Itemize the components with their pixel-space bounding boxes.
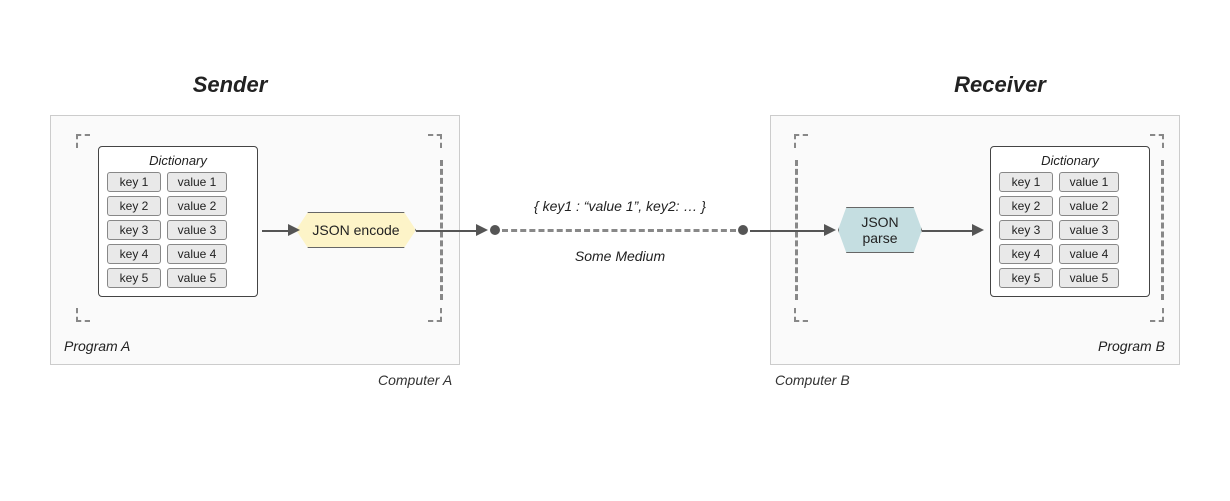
dict-key: key 5 (999, 268, 1053, 288)
diagram-canvas: Sender Receiver Computer A Computer B Pr… (0, 0, 1230, 501)
json-parse-label: JSON parse (861, 214, 898, 246)
arrow-head-icon (288, 224, 300, 236)
dict-key: key 3 (999, 220, 1053, 240)
sender-title: Sender (0, 72, 460, 98)
dict-a-row: key 3 value 3 (107, 220, 249, 240)
dictionary-a: Dictionary key 1 value 1 key 2 value 2 k… (98, 146, 258, 297)
dict-a-row: key 4 value 4 (107, 244, 249, 264)
computer-a-label: Computer A (378, 372, 452, 388)
dict-val: value 2 (167, 196, 227, 216)
dict-val: value 1 (1059, 172, 1119, 192)
dict-key: key 5 (107, 268, 161, 288)
dict-key: key 4 (999, 244, 1053, 264)
dict-key: key 3 (107, 220, 161, 240)
program-b-corner-br (1150, 308, 1164, 322)
program-a-label: Program A (64, 338, 130, 354)
dict-key: key 1 (999, 172, 1053, 192)
dict-a-row: key 1 value 1 (107, 172, 249, 192)
dict-key: key 4 (107, 244, 161, 264)
medium-payload: { key1 : “value 1”, key2: … } (500, 198, 740, 214)
program-a-corner-bl (76, 308, 90, 322)
arrow-head-icon (476, 224, 488, 236)
dict-key: key 2 (107, 196, 161, 216)
dict-val: value 5 (167, 268, 227, 288)
dict-val: value 4 (1059, 244, 1119, 264)
program-a-corner-br (428, 308, 442, 322)
medium-label: Some Medium (500, 248, 740, 264)
dict-a-row: key 5 value 5 (107, 268, 249, 288)
dict-val: value 3 (167, 220, 227, 240)
dict-key: key 2 (999, 196, 1053, 216)
dictionary-b: Dictionary key 1 value 1 key 2 value 2 k… (990, 146, 1150, 297)
dict-b-row: key 4 value 4 (999, 244, 1141, 264)
medium-line (502, 229, 736, 232)
program-b-corner-bl (794, 308, 808, 322)
json-encode-label: JSON encode (312, 222, 399, 238)
program-a-corner-tr (428, 134, 442, 148)
program-a-corner-tl (76, 134, 90, 148)
program-b-corner-tl (794, 134, 808, 148)
arrow-line (922, 230, 974, 232)
dict-val: value 4 (167, 244, 227, 264)
program-b-side-dash-right (1161, 160, 1164, 300)
program-b-corner-tr (1150, 134, 1164, 148)
dict-val: value 3 (1059, 220, 1119, 240)
connector-dot-icon (490, 225, 500, 235)
arrow-head-icon (972, 224, 984, 236)
dict-a-row: key 2 value 2 (107, 196, 249, 216)
dict-b-row: key 1 value 1 (999, 172, 1141, 192)
computer-b-label: Computer B (775, 372, 850, 388)
dict-key: key 1 (107, 172, 161, 192)
arrow-line (262, 230, 290, 232)
json-encode-node: JSON encode (296, 212, 416, 248)
program-b-label: Program B (1098, 338, 1165, 354)
dictionary-b-title: Dictionary (999, 153, 1141, 168)
dict-b-row: key 5 value 5 (999, 268, 1141, 288)
json-parse-node: JSON parse (838, 207, 922, 253)
dict-b-row: key 3 value 3 (999, 220, 1141, 240)
dict-b-row: key 2 value 2 (999, 196, 1141, 216)
arrow-line (416, 230, 478, 232)
dict-val: value 1 (167, 172, 227, 192)
arrow-line (750, 230, 826, 232)
arrow-head-icon (824, 224, 836, 236)
connector-dot-icon (738, 225, 748, 235)
dict-val: value 5 (1059, 268, 1119, 288)
dict-val: value 2 (1059, 196, 1119, 216)
dictionary-a-title: Dictionary (107, 153, 249, 168)
receiver-title: Receiver (770, 72, 1230, 98)
